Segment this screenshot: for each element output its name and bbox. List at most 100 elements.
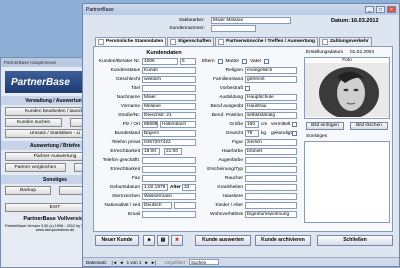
tab-partner-wishes[interactable]: Partnerwünsche / Treffen / Auswertung [215,37,318,46]
cancelled-checkbox[interactable] [292,131,297,136]
compare-partners-button[interactable]: Partner vergleichen [5,163,66,172]
business-phone-field[interactable] [142,157,196,164]
education-select[interactable]: Hauptschule [245,94,297,101]
gender-label: Geschlecht [116,77,140,82]
state-select[interactable]: Bayern [142,130,196,137]
education-label: Ausbildung [219,95,243,100]
misc-label: Sonstiges [306,134,328,139]
close-icon[interactable]: × [387,6,396,13]
heart-icon [218,39,225,45]
reach-to-field[interactable]: 21:00 [164,148,182,155]
customer-data-header: Kundendaten [146,50,182,56]
criminal-record-checkbox[interactable] [245,86,250,91]
evaluate-customer-button[interactable]: Kunde auswerten [195,235,251,246]
illnesses-field[interactable] [245,184,297,191]
agent-select[interactable]: Maier Melanie [211,17,291,24]
city-field[interactable]: Hollenbach [160,121,196,128]
advisor-nr-field[interactable]: 5 [180,58,196,65]
street-label: Straße/Nr. [118,113,140,118]
insert-photo-button[interactable]: Bild einfügen [306,122,344,130]
height-field[interactable]: 160 [245,121,259,128]
window-titlebar: PartnerBase _ □ × [83,4,399,15]
new-customer-button[interactable]: Neuer Kunde [95,235,139,246]
hair-color-label: Haarfarbe [221,149,243,154]
zip-field[interactable]: 86508 [142,121,158,128]
height-label: Größe [229,122,243,127]
fax-label: Fax [132,176,140,181]
agent-label: Sakbearber: [178,18,205,23]
job-label: Beruf ausgeübt [210,104,243,109]
figure-label: Figur [232,140,243,145]
last-record-icon[interactable]: ►| [151,260,157,265]
record-label: Datensatz: [86,259,108,265]
parents-row: Eltern Mutter Vater [202,59,270,64]
fax-field[interactable] [142,175,196,182]
hair-color-select[interactable]: brünett [245,148,297,155]
misc-textarea[interactable] [304,141,390,223]
parents-checkbox[interactable] [217,59,223,64]
children-field[interactable] [245,202,297,209]
tab-properties[interactable]: Eigenschaften [167,37,215,46]
customer-number-field[interactable] [211,25,256,32]
title-label: Titel [131,86,140,91]
housing-select[interactable]: Eigentumswohnung [245,211,297,218]
birthdate-field[interactable]: 1.02.1979 [142,184,168,191]
prev-record-icon[interactable]: ◄ [119,260,123,265]
minimize-icon[interactable]: _ [365,6,374,13]
birthdate-label: Geburtsdatum [109,185,140,190]
father-checkbox[interactable] [264,59,270,64]
zip-city-label: Plz / Ort [122,122,140,127]
delete-photo-button[interactable]: Bild löschen [350,122,388,130]
next-record-icon[interactable]: ► [144,260,148,265]
maximize-icon[interactable]: □ [376,6,385,13]
nationality-select[interactable]: Deutsch [142,202,172,209]
created-label: Erstellungsdatum [306,50,344,55]
close-button[interactable]: Schließen [317,235,393,246]
delete-icon[interactable]: ✖ [171,235,183,246]
pets-field[interactable] [245,193,297,200]
firstname-field[interactable]: Melanie [142,103,196,110]
position-select[interactable]: selbstständig [245,112,297,119]
nationality-since-field[interactable] [174,202,196,209]
eye-color-select[interactable] [245,157,297,164]
gender-select[interactable]: weiblich [142,76,196,83]
status-select[interactable]: Kunde [142,67,196,74]
search-customers-button[interactable]: Kunden suchen [5,118,62,127]
date-label: Datum: [331,18,350,24]
reach2-field[interactable] [142,166,196,173]
reach-label: Erreichbarkeit [110,149,140,154]
reach-from-field[interactable]: 18:00 [142,148,160,155]
street-field[interactable]: Deischstr. 21 [142,112,196,119]
search-input[interactable]: Suchen [188,259,219,265]
smoker-label: Raucher [224,176,243,181]
weight-field[interactable]: 79 [245,130,259,137]
backup-button[interactable]: Backup [5,186,51,195]
appearance-select[interactable] [245,166,297,173]
tab-payments[interactable]: Zahlungsverkehr [318,37,372,46]
job-field[interactable]: Hausfrau [245,103,297,110]
save-icon[interactable]: ■ [143,235,155,246]
filter-status: Ungefiltert [164,259,185,265]
placed-checkbox[interactable] [292,122,297,127]
mother-checkbox[interactable] [242,59,248,64]
marital-status-select[interactable]: getrennt [245,76,297,83]
customer-nr-field[interactable]: 1006 [142,58,178,65]
customer-photo [305,63,389,119]
first-record-icon[interactable]: |◄ [112,260,118,265]
customer-nr-label: Kunden/Berater Nr. [98,59,140,64]
tab-panel: Kundendaten Kunden/Berater Nr. 1006 5 Ku… [93,46,393,232]
zodiac-select[interactable]: Wassermann [142,193,196,200]
tab-personal-data[interactable]: Persönliche Stammdaten [95,37,167,46]
title-field[interactable] [142,85,196,92]
figure-select[interactable]: zierlich [245,139,297,146]
photo-frame: Foto [304,57,390,119]
archive-customer-button[interactable]: Kunde archivieren [255,235,311,246]
email-field[interactable] [142,211,196,218]
religion-select[interactable]: evangelisch [245,67,297,74]
lastname-field[interactable]: Maier [142,94,196,101]
phone-field[interactable]: 0467207422 [142,139,196,146]
illnesses-label: Krankheiten [217,185,243,190]
smoker-select[interactable] [245,175,297,182]
print-icon[interactable]: ▤ [157,235,169,246]
age-label: Alter [170,185,181,190]
